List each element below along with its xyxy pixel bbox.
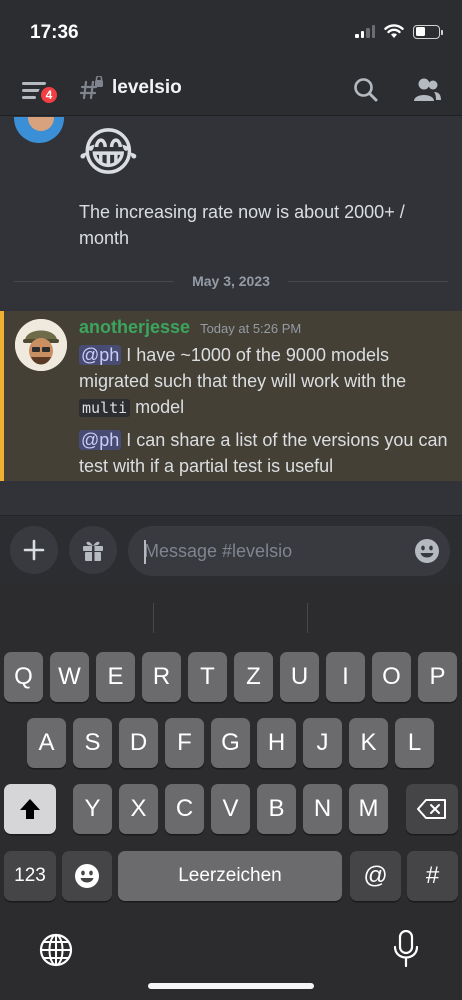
message-composer [0,515,462,585]
notification-badge: 4 [38,84,60,106]
message-paragraph: @ph I have ~1000 of the 9000 models migr… [79,342,449,421]
locked-channel-hash-icon [80,76,103,100]
message-input[interactable] [128,526,450,576]
search-icon[interactable] [352,76,380,104]
key-m[interactable]: M [349,784,388,834]
key-n[interactable]: N [303,784,342,834]
gift-icon [83,541,103,561]
plus-icon [23,539,45,561]
microphone-icon[interactable] [392,930,420,968]
message-text: I have ~1000 of the 9000 models migrated… [79,345,407,391]
key-j[interactable]: J [303,718,342,768]
date-divider: May 3, 2023 [14,269,448,293]
on-screen-keyboard: QWERTZUIOP ASDFGHJKL YXCVBNM 123 Leerzei… [0,585,462,1000]
key-g[interactable]: G [211,718,250,768]
key-a[interactable]: A [27,718,66,768]
message-text: The increasing rate now is about 2000+ /… [79,202,405,248]
avatar[interactable] [14,117,64,143]
status-icons [355,24,443,39]
status-time: 17:36 [30,22,79,43]
message-list: 😂 The increasing rate now is about 2000+… [0,117,462,515]
key-p[interactable]: P [418,652,457,702]
key-t[interactable]: T [188,652,227,702]
battery-level [415,27,426,36]
key-z[interactable]: Z [234,652,273,702]
key-r[interactable]: R [142,652,181,702]
key-y[interactable]: Y [73,784,112,834]
key-b[interactable]: B [257,784,296,834]
emoji-picker-icon[interactable] [414,538,440,564]
message-body: @ph I have ~1000 of the 9000 models migr… [79,342,449,485]
add-attachment-button[interactable] [10,526,58,574]
date-divider-label: May 3, 2023 [192,273,270,289]
inline-code: multi [79,399,131,417]
backspace-key[interactable] [406,784,458,834]
key-k[interactable]: K [349,718,388,768]
message-header: anotherjesse Today at 5:26 PM [79,317,301,338]
key-f[interactable]: F [165,718,204,768]
shift-arrow-icon [20,799,40,819]
members-icon[interactable] [412,76,442,104]
space-key[interactable]: Leerzeichen [118,851,342,901]
backspace-icon [417,799,446,819]
key-d[interactable]: D [119,718,158,768]
message-timestamp: Today at 5:26 PM [200,321,302,336]
key-v[interactable]: V [211,784,250,834]
key-s[interactable]: S [73,718,112,768]
emoji-icon [75,864,99,888]
key-e[interactable]: E [96,652,135,702]
status-bar: 17:36 [0,0,462,64]
author-name[interactable]: anotherjesse [79,317,190,338]
numbers-key[interactable]: 123 [4,851,56,901]
suggestion-divider [153,603,154,633]
globe-icon[interactable] [38,932,74,968]
message-text: I can share a list of the versions you c… [79,430,448,476]
channel-header: 4 levelsio [0,64,462,116]
key-h[interactable]: H [257,718,296,768]
text-caret [144,540,146,564]
message-text: model [130,397,185,417]
battery-icon [413,24,443,39]
key-c[interactable]: C [165,784,204,834]
key-q[interactable]: Q [4,652,43,702]
channel-name: levelsio [112,77,182,98]
gift-button[interactable] [69,526,117,574]
wifi-icon [384,24,404,38]
suggestion-divider [307,603,308,633]
key-w[interactable]: W [50,652,89,702]
user-mention[interactable]: @ph [79,345,122,365]
cellular-signal-icon [355,25,375,38]
key-i[interactable]: I [326,652,365,702]
key-u[interactable]: U [280,652,319,702]
key-l[interactable]: L [395,718,434,768]
key-o[interactable]: O [372,652,411,702]
highlighted-message[interactable]: anotherjesse Today at 5:26 PM @ph I have… [0,311,462,481]
emoji-key[interactable] [62,851,112,901]
home-indicator [148,983,314,989]
emoji-message: 😂 [78,124,139,182]
hash-key[interactable]: # [407,851,458,901]
key-x[interactable]: X [119,784,158,834]
user-mention[interactable]: @ph [79,430,122,450]
message-paragraph: @ph I can share a list of the versions y… [79,427,449,479]
at-key[interactable]: @ [350,851,401,901]
avatar[interactable] [15,319,67,371]
shift-key[interactable] [4,784,56,834]
